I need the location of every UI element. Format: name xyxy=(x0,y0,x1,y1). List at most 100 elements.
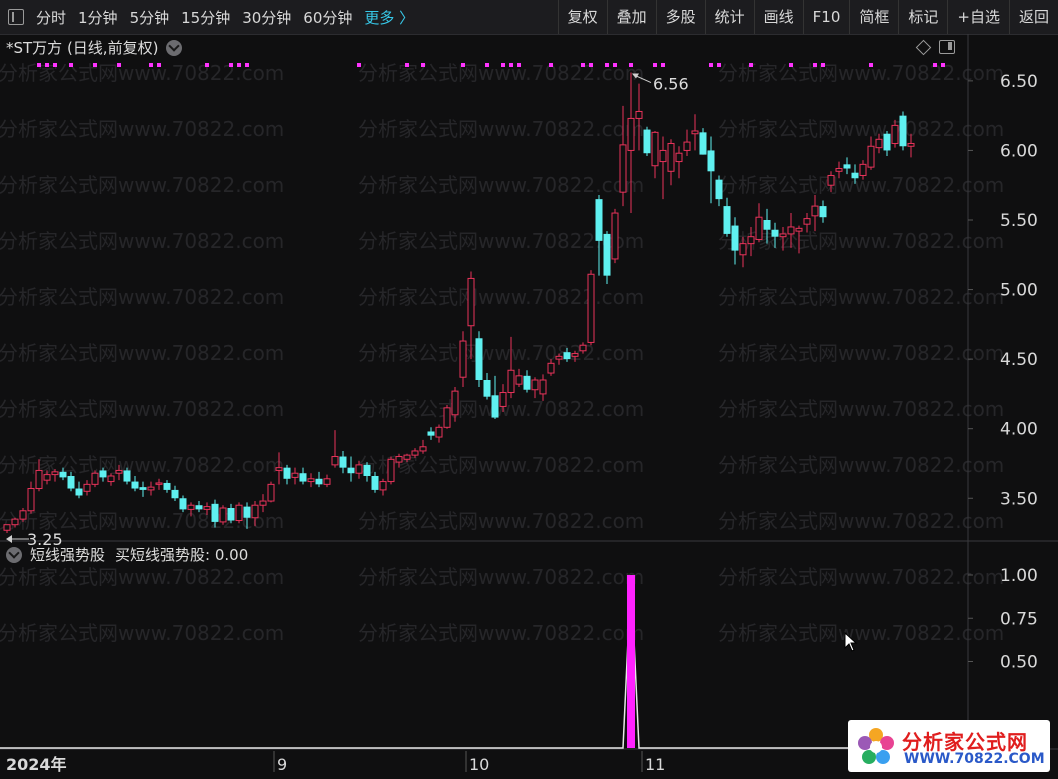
price-tick-label: 5.00 xyxy=(1000,281,1038,301)
watermark-text: 分析家公式网www.70822.com xyxy=(718,453,1004,477)
date-tick-label: 2024年 xyxy=(6,755,67,774)
signal-marker xyxy=(53,63,57,67)
candle-body-down xyxy=(99,470,107,478)
candle-body-up xyxy=(91,472,99,485)
candle-body-up xyxy=(275,467,283,471)
candle-body-up xyxy=(907,142,915,147)
signal-marker xyxy=(485,63,489,67)
watermark-text: 分析家公式网www.70822.com xyxy=(0,453,284,477)
candle-body-up xyxy=(219,507,227,523)
signal-marker xyxy=(549,63,553,67)
candle-body-up xyxy=(675,152,683,163)
candle-body-up xyxy=(651,131,659,167)
candle-body-up xyxy=(627,117,635,151)
candle-body-up xyxy=(107,475,115,483)
candle-body-down xyxy=(179,498,187,510)
watermark-text: 分析家公式网www.70822.com xyxy=(358,285,644,309)
signal-marker xyxy=(229,63,233,67)
chevron-down-icon[interactable] xyxy=(166,39,183,56)
candle-body-down xyxy=(643,129,651,154)
logo-url: WWW.70822.COM xyxy=(904,751,1045,767)
indicator-name: 短线强势股 xyxy=(30,546,106,564)
candle-body-up xyxy=(835,168,843,172)
signal-marker xyxy=(717,63,721,67)
price-tick-label: 6.50 xyxy=(1000,72,1038,92)
signal-marker xyxy=(461,63,465,67)
candle-body-up xyxy=(11,518,19,526)
stock-title: *ST万方 (日线,前复权) xyxy=(6,39,159,57)
candle-body-up xyxy=(411,450,419,456)
panel-toggle-icon[interactable] xyxy=(939,40,955,54)
watermark-text: 分析家公式网www.70822.com xyxy=(358,117,644,141)
candle-body-up xyxy=(451,390,459,416)
watermark-text: 分析家公式网www.70822.com xyxy=(718,173,1004,197)
signal-marker xyxy=(661,63,665,67)
candle-body-down xyxy=(123,470,131,482)
signal-marker xyxy=(605,63,609,67)
candle-body-up xyxy=(51,471,59,476)
date-tick-label: 9 xyxy=(277,755,287,774)
candle-body-up xyxy=(795,227,803,232)
candle-body-up xyxy=(779,233,787,238)
candle-body-up xyxy=(683,141,691,151)
candle-body-down xyxy=(59,471,67,478)
watermark-text: 分析家公式网www.70822.com xyxy=(0,173,284,197)
candle-body-up xyxy=(875,138,883,149)
candle-body-down xyxy=(843,164,851,169)
date-tick-label: 10 xyxy=(469,755,489,774)
candle-body-down xyxy=(475,338,483,380)
signal-marker xyxy=(869,63,873,67)
candle-body-down xyxy=(427,431,435,436)
signal-marker xyxy=(245,63,249,67)
price-tick-label: 4.00 xyxy=(1000,420,1038,440)
candle-body-down xyxy=(595,199,603,241)
candle-body-down xyxy=(491,395,499,418)
watermark-text: 分析家公式网www.70822.com xyxy=(0,565,284,589)
signal-marker xyxy=(357,63,361,67)
candle-body-down xyxy=(211,503,219,522)
signal-marker xyxy=(501,63,505,67)
signal-marker xyxy=(149,63,153,67)
candle-body-up xyxy=(859,163,867,176)
watermark-text: 分析家公式网www.70822.com xyxy=(718,509,1004,533)
candle-body-up xyxy=(539,379,547,395)
candle-body-down xyxy=(483,380,491,397)
signal-marker xyxy=(813,63,817,67)
candle-body-down xyxy=(763,220,771,230)
candle-body-down xyxy=(715,179,723,200)
signal-marker xyxy=(821,63,825,67)
mouse-cursor-icon xyxy=(844,632,858,652)
candle-body-up xyxy=(667,142,675,172)
watermark-text: 分析家公式网www.70822.com xyxy=(358,173,644,197)
watermark-text: 分析家公式网www.70822.com xyxy=(358,509,644,533)
candle-body-up xyxy=(635,110,643,119)
candle-body-up xyxy=(331,456,339,466)
candle-body-up xyxy=(803,218,811,225)
diamond-icon[interactable] xyxy=(915,39,932,55)
candle-body-up xyxy=(691,130,699,135)
candle-body-up xyxy=(387,458,395,483)
signal-marker xyxy=(709,63,713,67)
kline-chart[interactable]: 分析家公式网www.70822.com 分析家公式网www.70822.com 分析… xyxy=(0,0,1058,779)
candle-body-up xyxy=(403,454,411,460)
signal-marker xyxy=(509,63,513,67)
candle-body-up xyxy=(83,483,91,492)
watermark-text: 分析家公式网www.70822.com xyxy=(358,621,644,645)
candle-body-down xyxy=(699,132,707,155)
candle-body-up xyxy=(35,469,43,490)
candle-body-up xyxy=(507,369,515,394)
watermark-text: 分析家公式网www.70822.com xyxy=(0,621,284,645)
candle-body-down xyxy=(603,233,611,276)
candle-body-up xyxy=(435,426,443,438)
candle-body-up xyxy=(755,216,763,240)
high-label: 6.56 xyxy=(653,75,689,94)
signal-marker xyxy=(405,63,409,67)
indicator-tick-label: 0.50 xyxy=(1000,653,1038,673)
candle-body-up xyxy=(147,486,155,491)
signal-marker xyxy=(421,63,425,67)
candle-body-up xyxy=(235,504,243,522)
candle-body-up xyxy=(555,355,563,360)
chevron-down-icon[interactable] xyxy=(6,546,22,563)
signal-marker xyxy=(69,63,73,67)
candle-body-down xyxy=(163,482,171,490)
